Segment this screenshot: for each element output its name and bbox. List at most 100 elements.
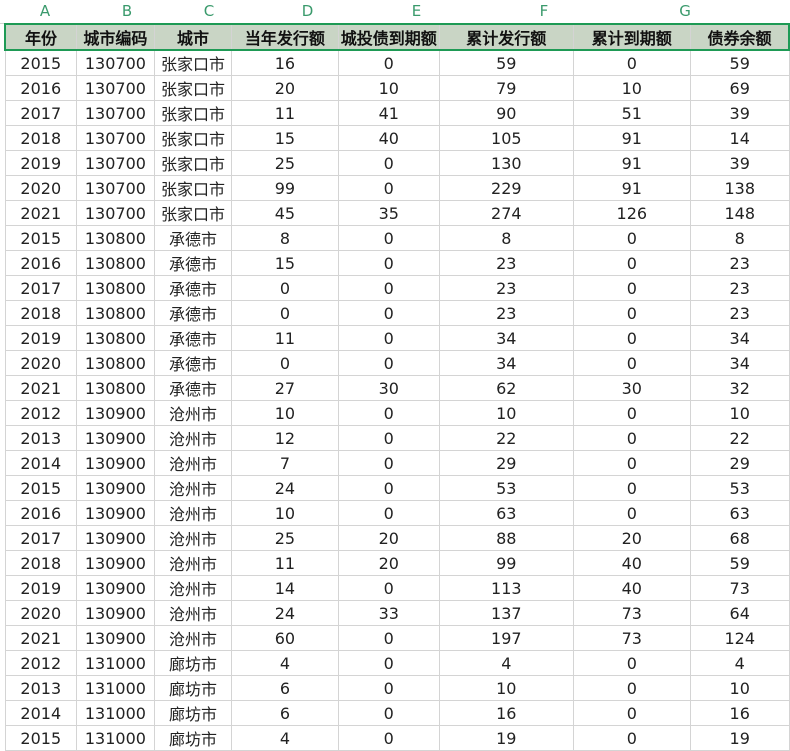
table-cell[interactable]: 0 bbox=[337, 300, 440, 326]
table-cell[interactable]: 0 bbox=[572, 300, 691, 326]
table-cell[interactable]: 0 bbox=[337, 650, 440, 676]
table-cell[interactable]: 4 bbox=[231, 650, 339, 676]
table-cell[interactable]: 130700 bbox=[76, 100, 155, 126]
table-cell[interactable]: 张家口市 bbox=[153, 49, 233, 76]
table-cell[interactable]: 沧州市 bbox=[153, 500, 233, 526]
table-cell[interactable]: 138 bbox=[689, 175, 790, 201]
table-cell[interactable]: 91 bbox=[572, 125, 691, 151]
table-cell[interactable]: 99 bbox=[438, 550, 574, 576]
table-cell[interactable]: 131000 bbox=[76, 650, 155, 676]
table-cell[interactable]: 沧州市 bbox=[153, 400, 233, 426]
table-cell[interactable]: 15 bbox=[231, 250, 339, 276]
table-cell[interactable]: 0 bbox=[337, 350, 440, 376]
table-cell[interactable]: 0 bbox=[337, 275, 440, 301]
column-letter-c[interactable]: C bbox=[168, 0, 250, 23]
table-cell[interactable]: 2013 bbox=[4, 675, 78, 701]
header-cell[interactable]: 年份 bbox=[4, 23, 78, 51]
table-cell[interactable]: 0 bbox=[337, 250, 440, 276]
header-cell[interactable]: 当年发行额 bbox=[231, 23, 339, 51]
table-cell[interactable]: 0 bbox=[337, 150, 440, 176]
table-cell[interactable]: 23 bbox=[438, 300, 574, 326]
table-cell[interactable]: 14 bbox=[689, 125, 790, 151]
table-cell[interactable]: 0 bbox=[572, 250, 691, 276]
table-cell[interactable]: 2019 bbox=[4, 325, 78, 351]
column-letter-f[interactable]: F bbox=[468, 0, 620, 23]
table-cell[interactable]: 0 bbox=[337, 225, 440, 251]
table-cell[interactable]: 137 bbox=[438, 600, 574, 626]
table-cell[interactable]: 10 bbox=[689, 675, 790, 701]
table-cell[interactable]: 130800 bbox=[76, 225, 155, 251]
table-cell[interactable]: 16 bbox=[438, 700, 574, 726]
table-cell[interactable]: 2015 bbox=[4, 725, 78, 751]
table-cell[interactable]: 0 bbox=[337, 700, 440, 726]
table-cell[interactable]: 16 bbox=[231, 49, 339, 76]
table-cell[interactable]: 承德市 bbox=[153, 275, 233, 301]
table-cell[interactable]: 197 bbox=[438, 625, 574, 651]
table-cell[interactable]: 53 bbox=[689, 475, 790, 501]
table-cell[interactable]: 0 bbox=[572, 350, 691, 376]
table-cell[interactable]: 25 bbox=[231, 525, 339, 551]
table-cell[interactable]: 34 bbox=[689, 325, 790, 351]
table-cell[interactable]: 2019 bbox=[4, 575, 78, 601]
table-cell[interactable]: 19 bbox=[438, 725, 574, 751]
table-cell[interactable]: 0 bbox=[231, 300, 339, 326]
table-cell[interactable]: 0 bbox=[572, 49, 691, 76]
table-cell[interactable]: 廊坊市 bbox=[153, 650, 233, 676]
table-cell[interactable]: 23 bbox=[689, 300, 790, 326]
table-cell[interactable]: 2020 bbox=[4, 350, 78, 376]
table-cell[interactable]: 130800 bbox=[76, 250, 155, 276]
table-cell[interactable]: 沧州市 bbox=[153, 450, 233, 476]
table-cell[interactable]: 承德市 bbox=[153, 325, 233, 351]
table-cell[interactable]: 45 bbox=[231, 200, 339, 226]
table-cell[interactable]: 124 bbox=[689, 625, 790, 651]
table-cell[interactable]: 张家口市 bbox=[153, 125, 233, 151]
column-letter-b[interactable]: B bbox=[86, 0, 168, 23]
table-cell[interactable]: 4 bbox=[689, 650, 790, 676]
table-cell[interactable]: 24 bbox=[231, 475, 339, 501]
table-cell[interactable]: 34 bbox=[689, 350, 790, 376]
table-cell[interactable]: 11 bbox=[231, 550, 339, 576]
table-cell[interactable]: 91 bbox=[572, 150, 691, 176]
table-cell[interactable]: 2016 bbox=[4, 250, 78, 276]
table-cell[interactable]: 60 bbox=[231, 625, 339, 651]
table-cell[interactable]: 0 bbox=[337, 500, 440, 526]
table-cell[interactable]: 131000 bbox=[76, 675, 155, 701]
table-cell[interactable]: 23 bbox=[689, 250, 790, 276]
table-cell[interactable]: 2014 bbox=[4, 700, 78, 726]
column-letter-d[interactable]: D bbox=[250, 0, 365, 23]
table-cell[interactable]: 11 bbox=[231, 100, 339, 126]
table-cell[interactable]: 2018 bbox=[4, 125, 78, 151]
table-cell[interactable]: 29 bbox=[689, 450, 790, 476]
table-cell[interactable]: 130900 bbox=[76, 550, 155, 576]
table-cell[interactable]: 130900 bbox=[76, 575, 155, 601]
table-cell[interactable]: 6 bbox=[231, 700, 339, 726]
table-cell[interactable]: 0 bbox=[337, 675, 440, 701]
table-cell[interactable]: 23 bbox=[689, 275, 790, 301]
table-cell[interactable]: 16 bbox=[689, 700, 790, 726]
table-cell[interactable]: 22 bbox=[438, 425, 574, 451]
table-cell[interactable]: 廊坊市 bbox=[153, 700, 233, 726]
table-cell[interactable]: 130900 bbox=[76, 425, 155, 451]
table-cell[interactable]: 90 bbox=[438, 100, 574, 126]
table-cell[interactable]: 2018 bbox=[4, 300, 78, 326]
table-cell[interactable]: 8 bbox=[689, 225, 790, 251]
table-cell[interactable]: 113 bbox=[438, 575, 574, 601]
header-cell[interactable]: 债券余额 bbox=[689, 23, 790, 51]
table-cell[interactable]: 229 bbox=[438, 175, 574, 201]
table-cell[interactable]: 130800 bbox=[76, 300, 155, 326]
table-cell[interactable]: 14 bbox=[231, 575, 339, 601]
table-cell[interactable]: 59 bbox=[438, 49, 574, 76]
table-cell[interactable]: 131000 bbox=[76, 725, 155, 751]
table-cell[interactable]: 63 bbox=[689, 500, 790, 526]
table-cell[interactable]: 2017 bbox=[4, 275, 78, 301]
table-cell[interactable]: 130 bbox=[438, 150, 574, 176]
table-cell[interactable]: 131000 bbox=[76, 700, 155, 726]
table-cell[interactable]: 19 bbox=[689, 725, 790, 751]
table-cell[interactable]: 2018 bbox=[4, 550, 78, 576]
table-cell[interactable]: 29 bbox=[438, 450, 574, 476]
table-cell[interactable]: 2012 bbox=[4, 650, 78, 676]
table-cell[interactable]: 8 bbox=[231, 225, 339, 251]
table-cell[interactable]: 34 bbox=[438, 350, 574, 376]
header-cell[interactable]: 累计发行额 bbox=[438, 23, 574, 51]
table-cell[interactable]: 4 bbox=[231, 725, 339, 751]
